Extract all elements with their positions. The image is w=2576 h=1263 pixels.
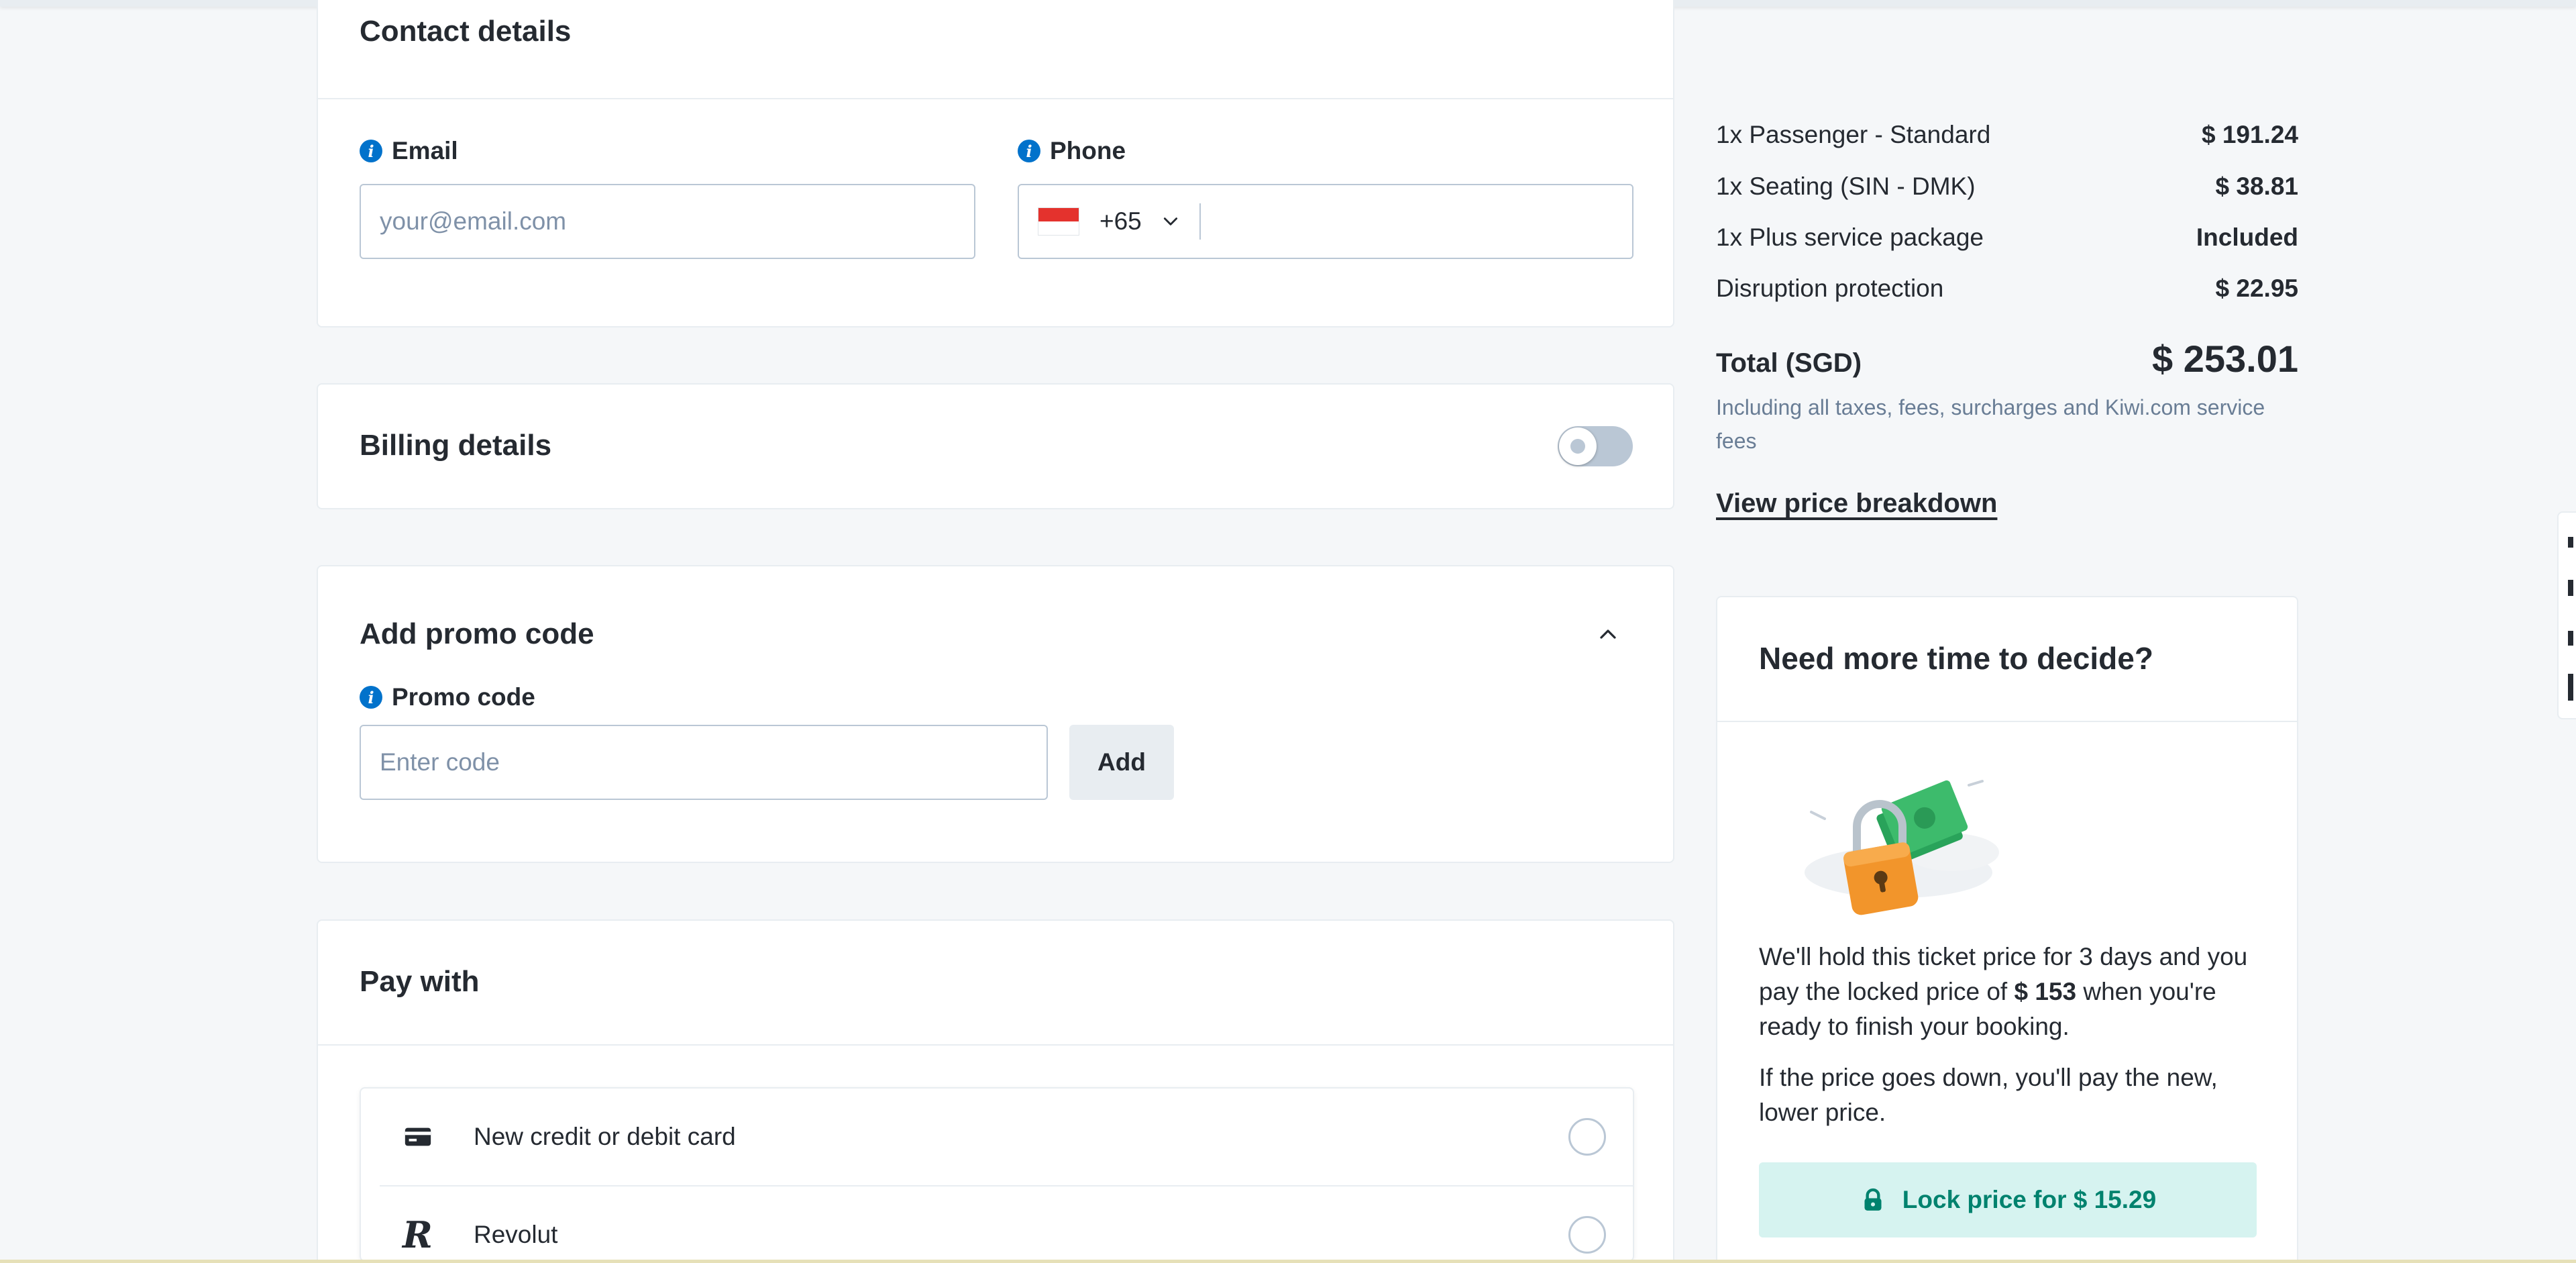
summary-item-label: 1x Seating (SIN - DMK) (1716, 172, 1976, 200)
payment-option-revolut[interactable]: R Revolut (361, 1186, 1633, 1260)
bottom-edge (0, 1260, 2576, 1263)
info-icon[interactable]: i (360, 140, 382, 162)
total-value: $ 253.01 (2152, 338, 2298, 380)
toggle-knob (1559, 427, 1597, 465)
lock-price-button[interactable]: Lock price for $ 15.29 (1759, 1162, 2257, 1237)
payment-option-label: New credit or debit card (474, 1123, 736, 1150)
email-label: i Email (360, 137, 458, 165)
pay-with-card: Pay with New credit or debit card R Revo… (317, 919, 1674, 1263)
radio-button[interactable] (1568, 1118, 1606, 1156)
billing-toggle[interactable] (1558, 426, 1633, 466)
lock-price-card: Need more time to decide? We'll hold thi… (1716, 596, 2298, 1263)
summary-item-value: $ 191.24 (2201, 121, 2298, 148)
lock-price-button-label: Lock price for $ 15.29 (1902, 1186, 2157, 1213)
phone-input[interactable] (1200, 185, 1632, 258)
promo-code-card: Add promo code i Promo code Add (317, 565, 1674, 863)
email-input[interactable] (360, 184, 975, 259)
summary-item-value: $ 38.81 (2215, 172, 2298, 200)
info-icon[interactable]: i (360, 686, 382, 709)
promo-label-text: Promo code (392, 683, 535, 711)
padlock-icon (1864, 1188, 1882, 1211)
email-label-text: Email (392, 137, 458, 164)
total-row: Total (SGD) $ 253.01 (1716, 337, 2298, 381)
summary-item-label: 1x Plus service package (1716, 223, 1984, 251)
radio-button[interactable] (1568, 1216, 1606, 1254)
padlock-money-illustration-icon (1805, 780, 1999, 915)
summary-row: 1x Plus service package Included (1716, 223, 2298, 252)
chevron-up-icon[interactable] (1598, 624, 1618, 644)
billing-details-card: Billing details (317, 383, 1674, 509)
singapore-flag-icon[interactable] (1038, 207, 1079, 236)
phone-field: +65 (1018, 184, 1633, 259)
contact-details-card: Contact details i Email i Phone +65 (317, 0, 1674, 327)
pay-with-title: Pay with (360, 965, 480, 998)
summary-item-label: 1x Passenger - Standard (1716, 121, 1991, 148)
lock-description: We'll hold this ticket price for 3 days … (1759, 940, 2269, 1044)
divider (318, 1044, 1673, 1046)
view-price-breakdown-link[interactable]: View price breakdown (1716, 489, 1997, 519)
summary-row: 1x Seating (SIN - DMK) $ 38.81 (1716, 172, 2298, 201)
dial-code[interactable]: +65 (1099, 207, 1142, 236)
summary-item-value: $ 22.95 (2215, 274, 2298, 302)
side-feedback-tab[interactable] (2557, 511, 2576, 719)
payment-option-label: Revolut (474, 1221, 558, 1248)
locked-price: $ 153 (2014, 978, 2077, 1005)
billing-details-title: Billing details (360, 429, 552, 462)
total-label: Total (SGD) (1716, 348, 1862, 378)
credit-card-icon (405, 1127, 431, 1146)
info-icon[interactable]: i (1018, 140, 1040, 162)
summary-item-label: Disruption protection (1716, 274, 1944, 302)
chevron-down-icon[interactable] (1162, 213, 1179, 230)
promo-label: i Promo code (360, 683, 535, 711)
divider (318, 98, 1673, 99)
phone-label: i Phone (1018, 137, 1126, 165)
summary-row: Disruption protection $ 22.95 (1716, 274, 2298, 303)
phone-label-text: Phone (1050, 137, 1126, 164)
promo-code-input[interactable] (360, 725, 1048, 800)
payment-option-card[interactable]: New credit or debit card (361, 1089, 1633, 1185)
summary-row: 1x Passenger - Standard $ 191.24 (1716, 121, 2298, 149)
divider (1717, 721, 2297, 722)
revolut-icon: R (402, 1213, 433, 1256)
summary-item-value: Included (2196, 223, 2298, 251)
promo-code-title: Add promo code (360, 617, 594, 650)
add-promo-button[interactable]: Add (1069, 725, 1174, 800)
tax-note: Including all taxes, fees, surcharges an… (1716, 395, 2265, 453)
lock-price-drop-note: If the price goes down, you'll pay the n… (1759, 1064, 2218, 1126)
contact-details-title: Contact details (360, 15, 572, 48)
lock-price-title: Need more time to decide? (1759, 641, 2153, 676)
payment-options: New credit or debit card R Revolut (360, 1087, 1634, 1262)
